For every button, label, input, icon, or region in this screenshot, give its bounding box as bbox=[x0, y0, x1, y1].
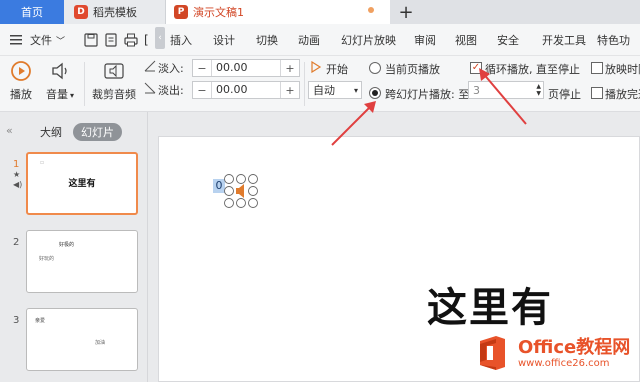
arrow-to-loop bbox=[481, 71, 527, 125]
office-logo-icon bbox=[480, 336, 505, 370]
watermark-url: www.office26.com bbox=[518, 357, 610, 369]
watermark: Office教程网 www.office26.com bbox=[472, 330, 638, 376]
watermark-brand: Office教程网 bbox=[518, 336, 631, 358]
annotation-arrows bbox=[331, 68, 527, 146]
arrow-to-cross-slide bbox=[331, 103, 374, 146]
